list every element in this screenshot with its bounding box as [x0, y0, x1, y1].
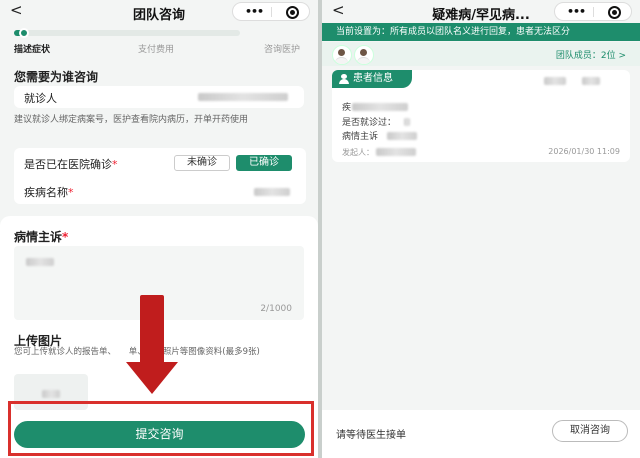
visited-value-redacted — [404, 118, 410, 126]
doctor-avatar[interactable] — [332, 45, 352, 65]
miniprogram-capsule: ••• — [232, 2, 310, 21]
miniprogram-capsule: ••• — [554, 2, 632, 21]
consult-chat-screen: < 疑难病/罕见病... ••• 当前设置为：所有成员以团队名义进行回复，患者无… — [322, 0, 640, 458]
step-progress-bar — [14, 28, 240, 38]
initiator-label: 发起人： — [342, 148, 374, 157]
patient-age-redacted — [582, 77, 600, 85]
step-pay: 支付费用 — [138, 45, 175, 55]
right-navbar: < 疑难病/罕见病... ••• — [322, 0, 640, 24]
team-bar: 团队成员：2位 > — [322, 42, 640, 66]
complaint-title: 病情主诉* — [14, 230, 69, 244]
team-members-link[interactable]: 团队成员：2位 > — [556, 48, 626, 61]
step-consult: 咨询医护 — [264, 45, 301, 55]
patient-label: 就诊人 — [24, 92, 57, 105]
more-icon[interactable]: ••• — [567, 5, 586, 18]
patient-info-tag: 患者信息 — [332, 70, 412, 88]
annotation-highlight-box — [8, 401, 314, 456]
left-navbar: < 团队咨询 ••• — [0, 0, 318, 24]
more-icon[interactable]: ••• — [245, 5, 264, 18]
consult-form-screen: < 团队咨询 ••• 描述症状 支付费用 咨询医护 您需要为谁咨询 就诊人 建议… — [0, 0, 318, 458]
complaint-label: 病情主诉 — [342, 132, 379, 142]
disease-label: 疾 — [342, 103, 352, 113]
initiator-redacted — [376, 148, 416, 156]
diagnosis-card: 是否已在医院确诊* 未确诊 已确诊 疾病名称* — [14, 148, 306, 204]
doctor-avatar[interactable] — [354, 45, 374, 65]
close-miniprogram-icon[interactable] — [608, 6, 621, 19]
confirmed-label: 是否已在医院确诊* — [24, 158, 118, 171]
disease-name-redacted — [254, 188, 290, 196]
cancel-consult-button[interactable]: 取消咨询 — [552, 420, 628, 442]
step-describe-symptoms: 描述症状 — [14, 45, 51, 55]
annotation-arrow — [140, 295, 164, 365]
annotation-arrow-head — [126, 362, 178, 394]
confirmed-option[interactable]: 已确诊 — [236, 155, 292, 171]
who-section-title: 您需要为谁咨询 — [14, 70, 99, 84]
disease-value-redacted — [352, 103, 408, 111]
reply-mode-banner: 当前设置为：所有成员以团队名义进行回复，患者无法区分 — [322, 23, 640, 41]
user-icon — [339, 74, 349, 84]
patient-name-redacted — [544, 77, 566, 85]
patient-hint: 建议就诊人绑定病案号，医护查看院内病历，开单开药使用 — [14, 115, 249, 125]
patient-name-redacted — [198, 93, 288, 101]
progress-dot — [19, 28, 29, 38]
waiting-status: 请等待医生接单 — [336, 430, 406, 441]
complaint-text-redacted — [26, 258, 54, 266]
close-miniprogram-icon[interactable] — [286, 6, 299, 19]
complaint-value-redacted — [387, 132, 417, 140]
disease-label: 疾病名称* — [24, 186, 74, 199]
created-time: 2026/01/30 11:09 — [548, 147, 620, 156]
patient-info-card[interactable]: 患者信息 疾 是否就诊过： 病情主诉 发起人： 2026/01/30 11:09 — [332, 70, 630, 162]
unconfirmed-option[interactable]: 未确诊 — [174, 155, 230, 171]
visited-label: 是否就诊过： — [342, 118, 397, 128]
bottom-action-bar: 请等待医生接单 取消咨询 — [322, 410, 640, 458]
patient-selector[interactable]: 就诊人 — [14, 86, 304, 108]
char-counter: 2/1000 — [260, 304, 292, 314]
